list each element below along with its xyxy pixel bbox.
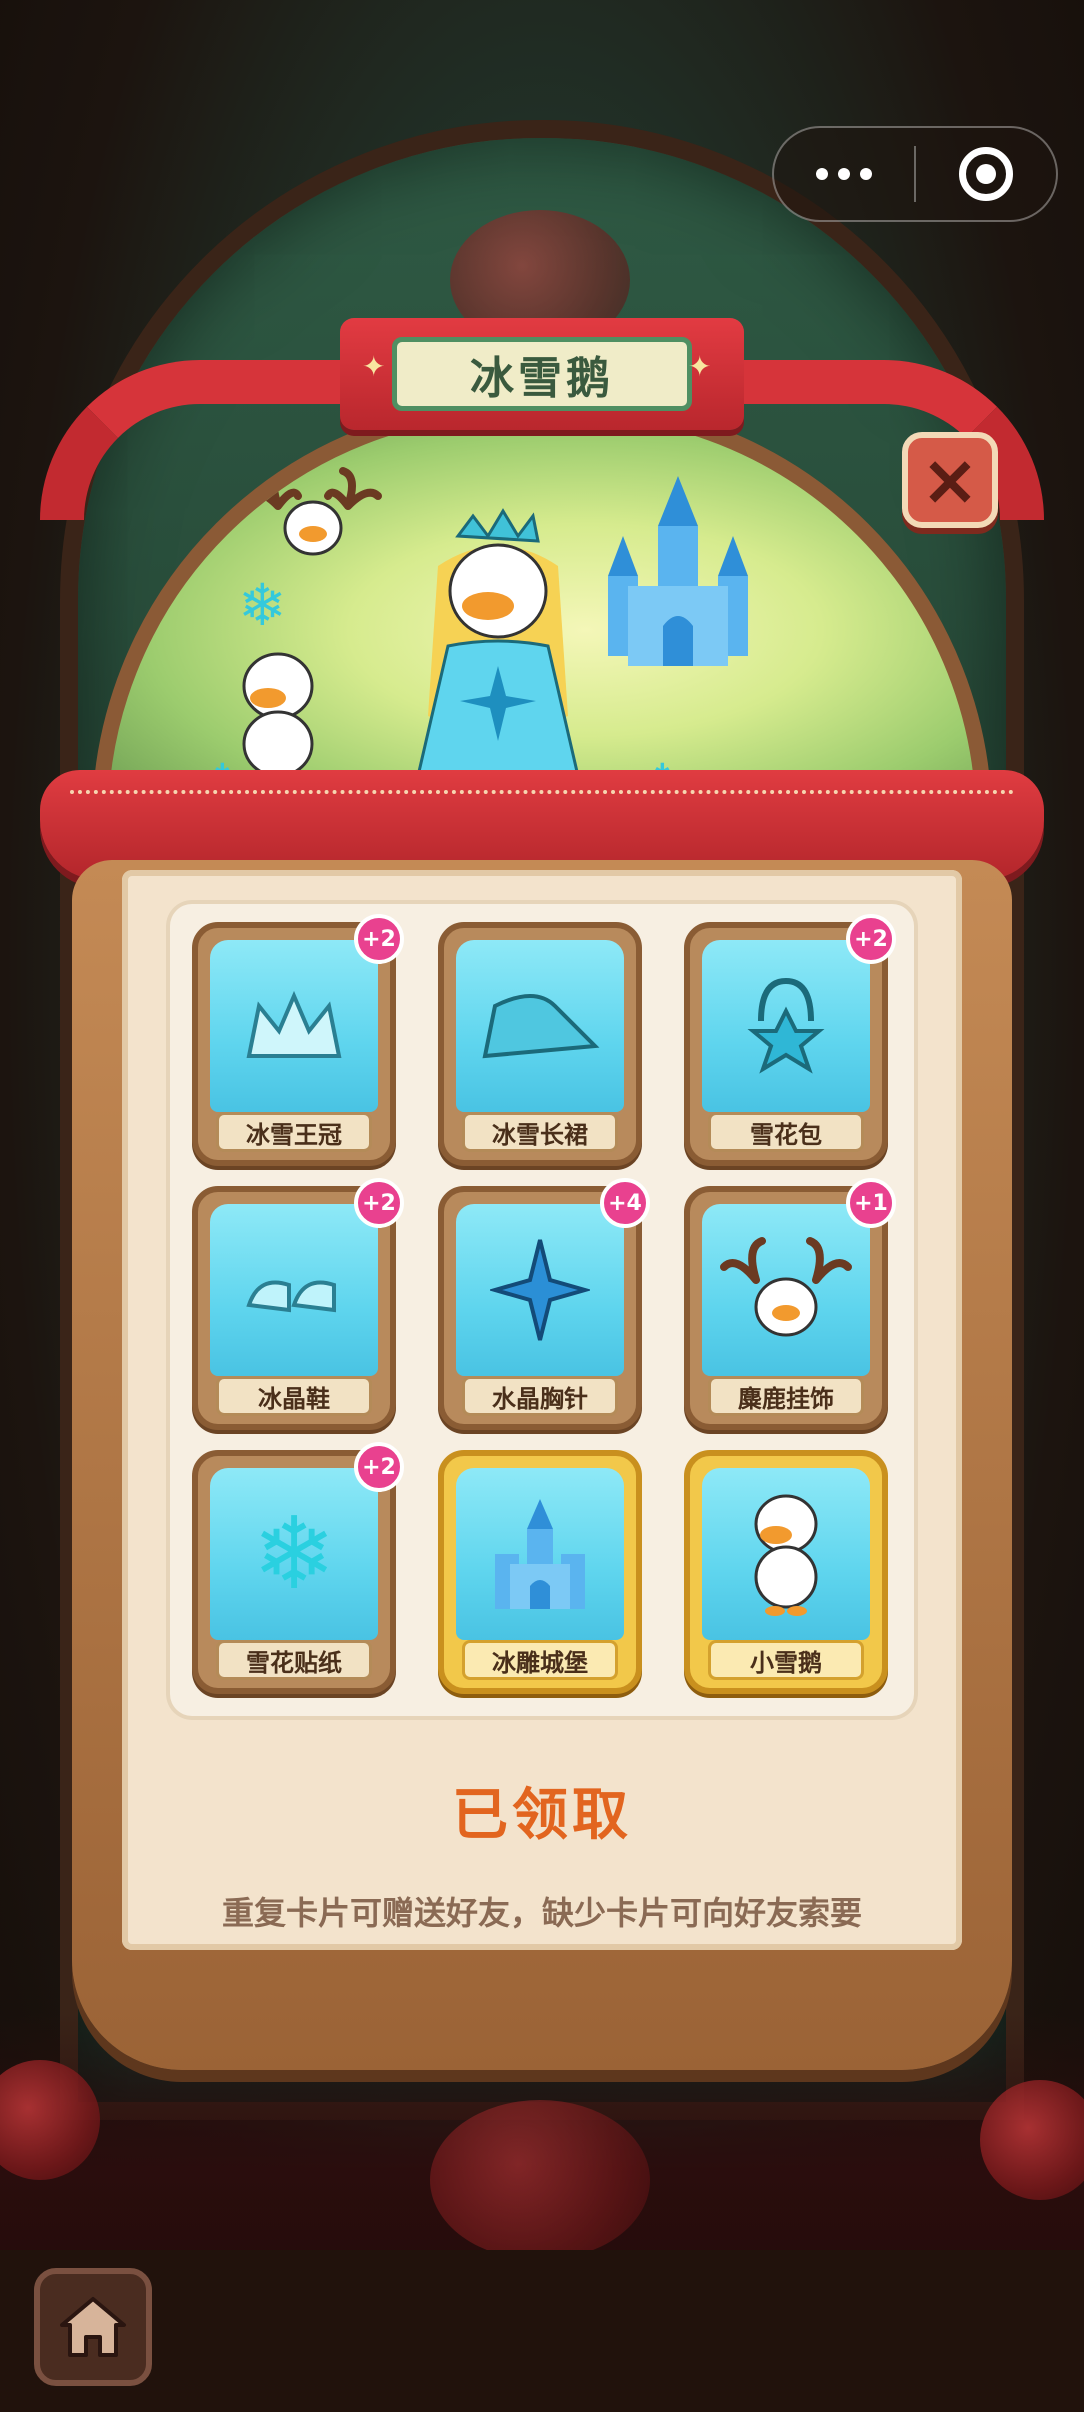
snowflake-icon: ❄ bbox=[238, 571, 287, 639]
count-badge: +2 bbox=[846, 914, 896, 964]
title-plaque: 冰雪鹅 bbox=[340, 318, 744, 430]
card-face bbox=[456, 1468, 624, 1640]
castle-icon bbox=[608, 476, 748, 666]
target-circle-icon[interactable] bbox=[916, 147, 1056, 201]
card-ice-castle[interactable]: 冰雕城堡 bbox=[438, 1450, 642, 1694]
bag-icon bbox=[747, 977, 825, 1074]
card-face: ❄ bbox=[210, 1468, 378, 1640]
card-label: 麋鹿挂饰 bbox=[708, 1376, 864, 1416]
count-badge: +1 bbox=[846, 1178, 896, 1228]
card-face bbox=[456, 940, 624, 1112]
card-face bbox=[702, 940, 870, 1112]
sparkle-icon: ✦ bbox=[688, 350, 712, 383]
card-face bbox=[702, 1468, 870, 1640]
claimed-status: 已领取 bbox=[452, 1783, 632, 1848]
card-label: 水晶胸针 bbox=[462, 1376, 618, 1416]
more-dots-icon[interactable] bbox=[774, 168, 914, 180]
sparkle-icon: ✦ bbox=[362, 350, 386, 383]
miniprogram-capsule bbox=[772, 126, 1058, 222]
card-little-snow-goose[interactable]: 小雪鹅 bbox=[684, 1450, 888, 1694]
card-reindeer-charm[interactable]: 麋鹿挂饰 +1 bbox=[684, 1178, 896, 1430]
home-icon bbox=[60, 2297, 126, 2357]
card-snow-bag[interactable]: 雪花包 +2 bbox=[684, 914, 896, 1166]
card-snowflake-sticker[interactable]: ❄ 雪花贴纸 +2 bbox=[192, 1442, 404, 1694]
card-face bbox=[456, 1204, 624, 1376]
count-badge: +4 bbox=[600, 1178, 650, 1228]
card-label: 小雪鹅 bbox=[708, 1640, 864, 1680]
brooch-icon bbox=[490, 1239, 590, 1341]
card-label: 冰晶鞋 bbox=[216, 1376, 372, 1416]
dress-icon bbox=[482, 994, 600, 1059]
card-ice-crown[interactable]: 冰雪王冠 +2 bbox=[192, 914, 404, 1166]
card-face bbox=[210, 1204, 378, 1376]
card-label: 雪花包 bbox=[708, 1112, 864, 1152]
ice-goose-icon bbox=[416, 508, 580, 778]
reindeer-icon bbox=[244, 467, 382, 556]
shoes-icon bbox=[246, 1280, 336, 1313]
bottom-bar bbox=[0, 2250, 1084, 2412]
card-crystal-shoes[interactable]: 冰晶鞋 +2 bbox=[192, 1178, 404, 1430]
card-label: 雪花贴纸 bbox=[216, 1640, 372, 1680]
card-face bbox=[702, 1204, 870, 1376]
count-badge: +2 bbox=[354, 1442, 404, 1492]
rose-decoration bbox=[430, 2100, 650, 2260]
goose-icon bbox=[754, 1494, 818, 1616]
hint-text: 重复卡片可赠送好友，缺少卡片可向好友索要 bbox=[221, 1894, 862, 1932]
reindeer-icon bbox=[720, 1237, 852, 1337]
snowflake-icon: ❄ bbox=[252, 1495, 336, 1612]
card-label: 冰雪王冠 bbox=[216, 1112, 372, 1152]
close-button[interactable]: × bbox=[902, 432, 998, 528]
card-crystal-brooch[interactable]: 水晶胸针 +4 bbox=[438, 1178, 650, 1430]
card-label: 冰雕城堡 bbox=[462, 1640, 618, 1680]
card-ice-dress[interactable]: 冰雪长裙 bbox=[438, 922, 642, 1166]
home-button[interactable] bbox=[34, 2268, 152, 2386]
count-badge: +2 bbox=[354, 914, 404, 964]
crown-icon bbox=[246, 990, 342, 1058]
castle-icon bbox=[495, 1499, 585, 1609]
page-title: 冰雪鹅 bbox=[392, 337, 692, 411]
card-label: 冰雪长裙 bbox=[462, 1112, 618, 1152]
count-badge: +2 bbox=[354, 1178, 404, 1228]
card-face bbox=[210, 940, 378, 1112]
